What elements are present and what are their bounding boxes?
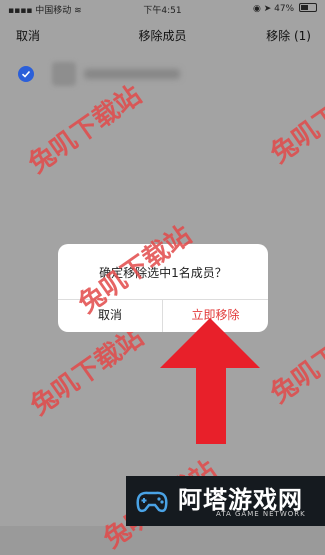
watermark: 兔叽下载站 [25,322,150,422]
banner-subtitle: ATA GAME NETWORK [216,510,306,518]
member-name-blurred [84,69,180,79]
nav-bar: 取消 移除成员 移除 (1) [0,18,325,50]
app-screen: ▪▪▪▪ 中国移动 ≋ 下午4:51 ◉ ➤ 47% 取消 移除成员 移除 (1… [0,0,325,554]
checkbox-checked-icon[interactable] [18,66,34,82]
status-bar: ▪▪▪▪ 中国移动 ≋ 下午4:51 ◉ ➤ 47% [0,0,325,18]
site-banner: 阿塔游戏网 ATA GAME NETWORK [126,476,325,526]
status-right: ◉ ➤ 47% [253,3,317,14]
remove-button[interactable]: 移除 (1) [266,27,311,44]
member-row[interactable] [0,58,325,92]
rotation-lock-icon: ◉ [252,4,261,14]
battery-percent: 47% [274,4,295,14]
watermark: 兔叽下载站 [265,310,325,410]
location-icon: ➤ [263,4,272,14]
gamepad-logo-icon [136,491,168,513]
battery-icon [299,3,317,12]
pointer-arrow-icon [160,318,260,444]
avatar [52,62,76,86]
